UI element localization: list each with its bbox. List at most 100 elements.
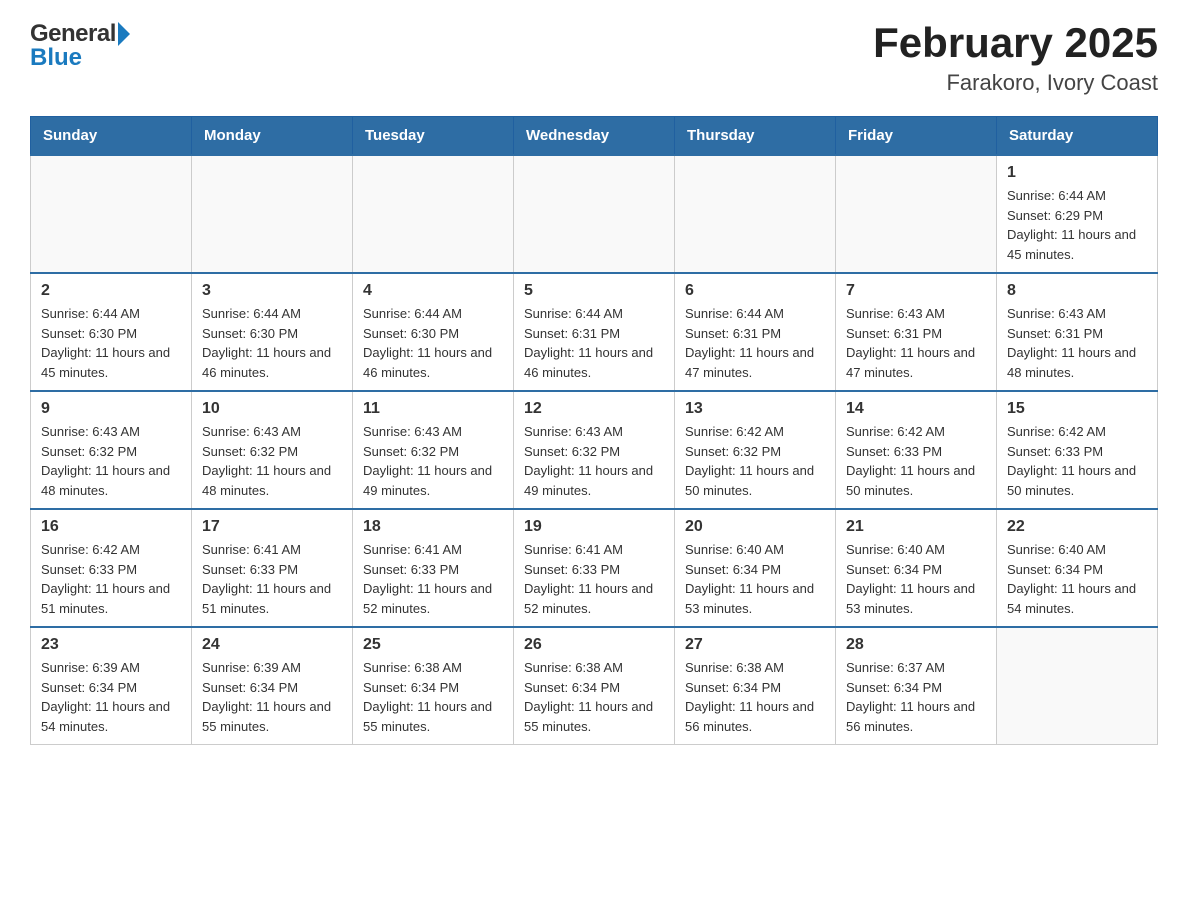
day-info: Sunrise: 6:38 AM Sunset: 6:34 PM Dayligh… (685, 658, 825, 736)
day-number: 15 (1007, 400, 1147, 418)
day-number: 14 (846, 400, 986, 418)
calendar-cell: 2 Sunrise: 6:44 AM Sunset: 6:30 PM Daylig… (31, 273, 192, 391)
calendar-cell: 21 Sunrise: 6:40 AM Sunset: 6:34 PM Dayli… (836, 509, 997, 627)
calendar-week-5: 23 Sunrise: 6:39 AM Sunset: 6:34 PM Dayli… (31, 627, 1158, 745)
day-info: Sunrise: 6:44 AM Sunset: 6:31 PM Dayligh… (685, 304, 825, 382)
day-number: 8 (1007, 282, 1147, 300)
day-info: Sunrise: 6:40 AM Sunset: 6:34 PM Dayligh… (685, 540, 825, 618)
calendar-cell: 23 Sunrise: 6:39 AM Sunset: 6:34 PM Dayli… (31, 627, 192, 745)
calendar-subtitle: Farakoro, Ivory Coast (873, 70, 1158, 96)
calendar-week-4: 16 Sunrise: 6:42 AM Sunset: 6:33 PM Dayli… (31, 509, 1158, 627)
day-number: 26 (524, 636, 664, 654)
calendar-cell: 26 Sunrise: 6:38 AM Sunset: 6:34 PM Dayli… (514, 627, 675, 745)
calendar-cell (192, 155, 353, 273)
day-info: Sunrise: 6:40 AM Sunset: 6:34 PM Dayligh… (846, 540, 986, 618)
calendar-header: SundayMondayTuesdayWednesdayThursdayFrid… (31, 117, 1158, 156)
calendar-week-2: 2 Sunrise: 6:44 AM Sunset: 6:30 PM Daylig… (31, 273, 1158, 391)
day-number: 4 (363, 282, 503, 300)
calendar-cell: 1Sunrise: 6:44 AM Sunset: 6:29 PM Daylig… (997, 155, 1158, 273)
calendar-cell: 4 Sunrise: 6:44 AM Sunset: 6:30 PM Daylig… (353, 273, 514, 391)
day-info: Sunrise: 6:41 AM Sunset: 6:33 PM Dayligh… (524, 540, 664, 618)
calendar-table: SundayMondayTuesdayWednesdayThursdayFrid… (30, 116, 1158, 745)
day-number: 9 (41, 400, 181, 418)
day-number: 25 (363, 636, 503, 654)
calendar-title: February 2025 (873, 20, 1158, 66)
day-info: Sunrise: 6:42 AM Sunset: 6:33 PM Dayligh… (1007, 422, 1147, 500)
day-info: Sunrise: 6:43 AM Sunset: 6:32 PM Dayligh… (363, 422, 503, 500)
day-info: Sunrise: 6:42 AM Sunset: 6:33 PM Dayligh… (41, 540, 181, 618)
day-number: 17 (202, 518, 342, 536)
calendar-week-3: 9 Sunrise: 6:43 AM Sunset: 6:32 PM Daylig… (31, 391, 1158, 509)
calendar-cell (836, 155, 997, 273)
calendar-cell: 12Sunrise: 6:43 AM Sunset: 6:32 PM Dayli… (514, 391, 675, 509)
calendar-cell: 13Sunrise: 6:42 AM Sunset: 6:32 PM Dayli… (675, 391, 836, 509)
day-info: Sunrise: 6:44 AM Sunset: 6:30 PM Dayligh… (363, 304, 503, 382)
calendar-cell: 8Sunrise: 6:43 AM Sunset: 6:31 PM Daylig… (997, 273, 1158, 391)
calendar-cell: 28 Sunrise: 6:37 AM Sunset: 6:34 PM Dayli… (836, 627, 997, 745)
day-number: 3 (202, 282, 342, 300)
day-number: 10 (202, 400, 342, 418)
day-info: Sunrise: 6:44 AM Sunset: 6:31 PM Dayligh… (524, 304, 664, 382)
calendar-cell: 24Sunrise: 6:39 AM Sunset: 6:34 PM Dayli… (192, 627, 353, 745)
day-info: Sunrise: 6:42 AM Sunset: 6:33 PM Dayligh… (846, 422, 986, 500)
day-number: 20 (685, 518, 825, 536)
calendar-cell (353, 155, 514, 273)
day-number: 28 (846, 636, 986, 654)
day-header-sunday: Sunday (31, 117, 192, 156)
day-info: Sunrise: 6:42 AM Sunset: 6:32 PM Dayligh… (685, 422, 825, 500)
day-number: 6 (685, 282, 825, 300)
logo: General Blue (30, 20, 130, 72)
day-number: 5 (524, 282, 664, 300)
day-info: Sunrise: 6:41 AM Sunset: 6:33 PM Dayligh… (363, 540, 503, 618)
calendar-cell: 25Sunrise: 6:38 AM Sunset: 6:34 PM Dayli… (353, 627, 514, 745)
day-info: Sunrise: 6:43 AM Sunset: 6:32 PM Dayligh… (202, 422, 342, 500)
calendar-cell: 7 Sunrise: 6:43 AM Sunset: 6:31 PM Daylig… (836, 273, 997, 391)
logo-blue-text: Blue (30, 44, 82, 72)
calendar-cell: 9 Sunrise: 6:43 AM Sunset: 6:32 PM Daylig… (31, 391, 192, 509)
day-number: 11 (363, 400, 503, 418)
page-header: General Blue February 2025 Farakoro, Ivo… (30, 20, 1158, 96)
calendar-cell: 22Sunrise: 6:40 AM Sunset: 6:34 PM Dayli… (997, 509, 1158, 627)
day-number: 22 (1007, 518, 1147, 536)
day-info: Sunrise: 6:44 AM Sunset: 6:30 PM Dayligh… (41, 304, 181, 382)
calendar-cell: 5 Sunrise: 6:44 AM Sunset: 6:31 PM Daylig… (514, 273, 675, 391)
calendar-cell (997, 627, 1158, 745)
calendar-cell: 14 Sunrise: 6:42 AM Sunset: 6:33 PM Dayli… (836, 391, 997, 509)
day-info: Sunrise: 6:41 AM Sunset: 6:33 PM Dayligh… (202, 540, 342, 618)
day-header-wednesday: Wednesday (514, 117, 675, 156)
calendar-cell: 11 Sunrise: 6:43 AM Sunset: 6:32 PM Dayli… (353, 391, 514, 509)
day-info: Sunrise: 6:44 AM Sunset: 6:30 PM Dayligh… (202, 304, 342, 382)
day-number: 19 (524, 518, 664, 536)
day-header-thursday: Thursday (675, 117, 836, 156)
calendar-week-1: 1Sunrise: 6:44 AM Sunset: 6:29 PM Daylig… (31, 155, 1158, 273)
calendar-cell (675, 155, 836, 273)
calendar-cell: 10 Sunrise: 6:43 AM Sunset: 6:32 PM Dayli… (192, 391, 353, 509)
day-info: Sunrise: 6:39 AM Sunset: 6:34 PM Dayligh… (41, 658, 181, 736)
day-number: 1 (1007, 164, 1147, 182)
day-info: Sunrise: 6:43 AM Sunset: 6:31 PM Dayligh… (846, 304, 986, 382)
day-number: 23 (41, 636, 181, 654)
day-info: Sunrise: 6:43 AM Sunset: 6:32 PM Dayligh… (524, 422, 664, 500)
day-info: Sunrise: 6:38 AM Sunset: 6:34 PM Dayligh… (524, 658, 664, 736)
calendar-cell: 17 Sunrise: 6:41 AM Sunset: 6:33 PM Dayli… (192, 509, 353, 627)
day-number: 16 (41, 518, 181, 536)
day-number: 7 (846, 282, 986, 300)
calendar-cell: 27 Sunrise: 6:38 AM Sunset: 6:34 PM Dayli… (675, 627, 836, 745)
title-block: February 2025 Farakoro, Ivory Coast (873, 20, 1158, 96)
calendar-cell: 6 Sunrise: 6:44 AM Sunset: 6:31 PM Daylig… (675, 273, 836, 391)
calendar-cell: 20 Sunrise: 6:40 AM Sunset: 6:34 PM Dayli… (675, 509, 836, 627)
day-number: 27 (685, 636, 825, 654)
calendar-cell: 18Sunrise: 6:41 AM Sunset: 6:33 PM Dayli… (353, 509, 514, 627)
calendar-cell (514, 155, 675, 273)
day-header-saturday: Saturday (997, 117, 1158, 156)
calendar-cell: 15 Sunrise: 6:42 AM Sunset: 6:33 PM Dayli… (997, 391, 1158, 509)
day-info: Sunrise: 6:37 AM Sunset: 6:34 PM Dayligh… (846, 658, 986, 736)
day-number: 21 (846, 518, 986, 536)
calendar-cell: 16 Sunrise: 6:42 AM Sunset: 6:33 PM Dayli… (31, 509, 192, 627)
calendar-body: 1Sunrise: 6:44 AM Sunset: 6:29 PM Daylig… (31, 155, 1158, 745)
day-header-friday: Friday (836, 117, 997, 156)
day-info: Sunrise: 6:39 AM Sunset: 6:34 PM Dayligh… (202, 658, 342, 736)
day-number: 2 (41, 282, 181, 300)
calendar-cell: 19 Sunrise: 6:41 AM Sunset: 6:33 PM Dayli… (514, 509, 675, 627)
day-info: Sunrise: 6:43 AM Sunset: 6:32 PM Dayligh… (41, 422, 181, 500)
